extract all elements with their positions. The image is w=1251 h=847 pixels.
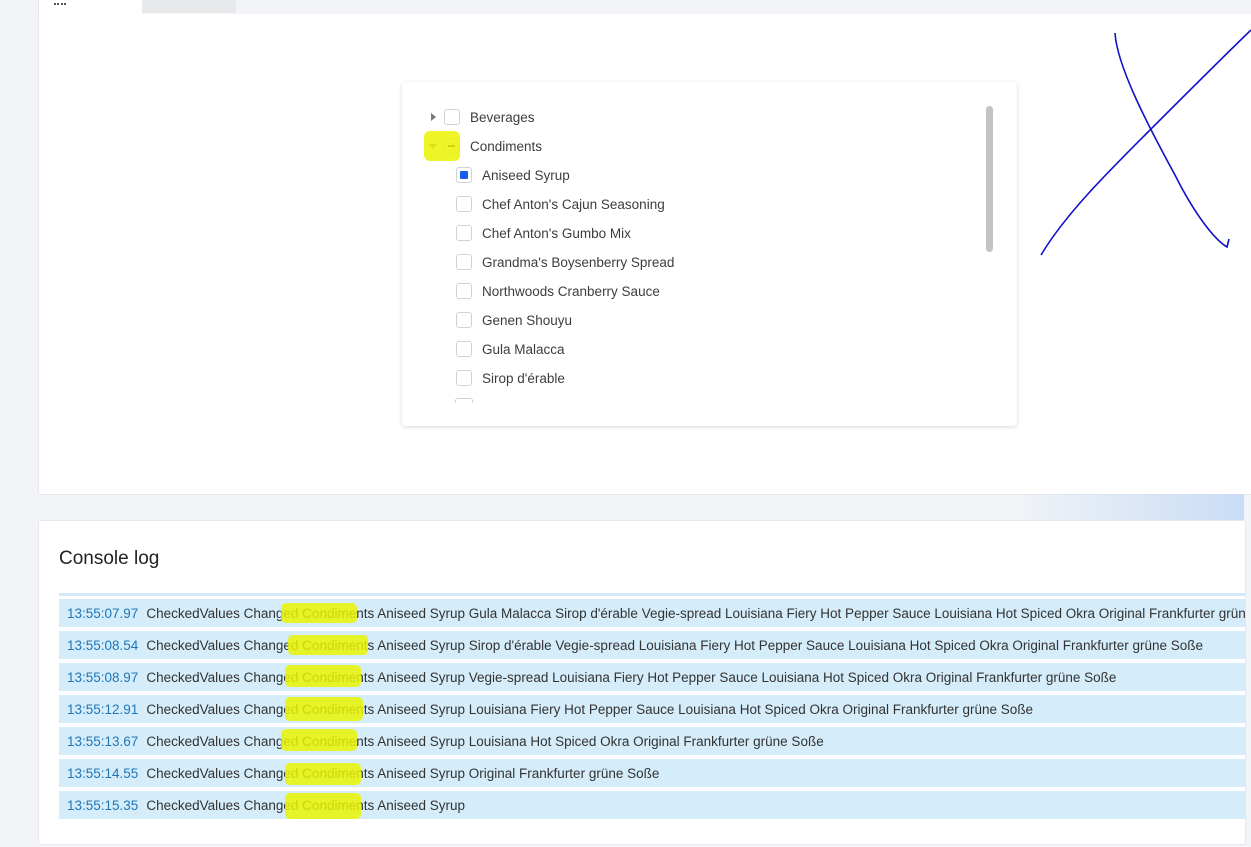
tree-node-cranberry-sauce[interactable]: Northwoods Cranberry Sauce — [456, 280, 660, 302]
tree-node-aniseed-syrup[interactable]: Aniseed Syrup — [456, 164, 570, 186]
tree-node-label: Northwoods Cranberry Sauce — [482, 283, 660, 299]
tree-node-label: Condiments — [470, 138, 543, 154]
tab-grid-icon — [54, 0, 66, 5]
log-row: 13:55:07.97 CheckedValues Changed Condim… — [59, 599, 1245, 627]
tree-node-label: Grandma's Boysenberry Spread — [482, 254, 675, 270]
tree-node-gumbo-mix[interactable]: Chef Anton's Gumbo Mix — [456, 222, 631, 244]
highlight-mark — [285, 665, 361, 687]
log-row: 13:55:14.55 CheckedValues Changed Condim… — [59, 759, 1245, 787]
log-timestamp: 13:55:08.54 — [67, 637, 139, 653]
tree-node-genen-shouyu[interactable]: Genen Shouyu — [456, 309, 572, 331]
node-checkbox[interactable] — [456, 167, 472, 183]
tree-node-beverages[interactable]: Beverages — [426, 106, 535, 128]
tree-node-label: Aniseed Syrup — [482, 167, 570, 183]
log-timestamp: 13:55:07.97 — [67, 605, 139, 621]
log-message: CheckedValues Changed Condiments Aniseed… — [146, 701, 1034, 717]
node-checkbox[interactable] — [456, 312, 472, 328]
node-checkbox[interactable] — [456, 283, 472, 299]
log-row: 13:55:12.91 CheckedValues Changed Condim… — [59, 695, 1245, 723]
highlight-mark — [424, 131, 460, 161]
log-timestamp: 13:55:15.35 — [67, 797, 139, 813]
tree-scrollbar[interactable] — [986, 106, 993, 252]
tab-source[interactable] — [142, 0, 236, 13]
node-checkbox[interactable] — [456, 254, 472, 270]
console-title: Console log — [59, 548, 160, 569]
tree-node-label: Sirop d'érable — [482, 370, 565, 386]
tree-node-gula-malacca[interactable]: Gula Malacca — [456, 338, 565, 360]
highlight-mark — [281, 603, 357, 623]
treeview: Beverages Condiments Aniseed Syrup Chef … — [402, 82, 1017, 426]
log-row: 13:55:15.35 CheckedValues Changed Condim… — [59, 791, 1245, 819]
resize-handle-strip — [1010, 494, 1244, 520]
tree-node-label: Genen Shouyu — [482, 312, 573, 328]
tree-node-label: Gula Malacca — [482, 341, 565, 357]
tree-node-boysenberry-spread[interactable]: Grandma's Boysenberry Spread — [456, 251, 674, 273]
node-checkbox[interactable] — [456, 370, 472, 386]
log-timestamp: 13:55:14.55 — [67, 765, 139, 781]
annotation-x-mark — [1040, 29, 1251, 256]
highlight-mark — [285, 793, 361, 819]
log-message: CheckedValues Changed Condiments Aniseed… — [146, 765, 660, 781]
log-message: CheckedValues Changed Condiments Aniseed… — [146, 733, 824, 749]
log-timestamp: 13:55:13.67 — [67, 733, 139, 749]
highlight-mark — [285, 697, 363, 721]
node-checkbox[interactable] — [444, 109, 460, 125]
tab-demo[interactable] — [38, 0, 144, 14]
console-divider — [59, 593, 1245, 596]
console-panel: Console log 13:55:07.97 CheckedValues Ch… — [38, 520, 1246, 845]
tree-node-sirop-derable[interactable]: Sirop d'érable — [456, 367, 565, 389]
highlight-mark — [285, 763, 361, 785]
node-checkbox[interactable] — [456, 341, 472, 357]
tree-node-label: Chef Anton's Gumbo Mix — [482, 225, 631, 241]
node-checkbox[interactable] — [456, 225, 472, 241]
log-row: 13:55:13.67 CheckedValues Changed Condim… — [59, 727, 1245, 755]
log-row: 13:55:08.54 CheckedValues Changed Condim… — [59, 631, 1245, 659]
expand-collapsed-icon[interactable] — [426, 110, 440, 124]
tree-node-label: Beverages — [470, 109, 535, 125]
tree-node-cajun-seasoning[interactable]: Chef Anton's Cajun Seasoning — [456, 193, 665, 215]
next-node-checkbox-partial — [455, 398, 473, 403]
highlight-mark — [281, 729, 357, 751]
tree-node-label: Chef Anton's Cajun Seasoning — [482, 196, 665, 212]
log-list: 13:55:07.97 CheckedValues Changed Condim… — [59, 599, 1245, 823]
log-row: 13:55:08.97 CheckedValues Changed Condim… — [59, 663, 1245, 691]
highlight-mark — [288, 635, 368, 655]
log-timestamp: 13:55:12.91 — [67, 701, 139, 717]
node-checkbox[interactable] — [456, 196, 472, 212]
log-timestamp: 13:55:08.97 — [67, 669, 139, 685]
